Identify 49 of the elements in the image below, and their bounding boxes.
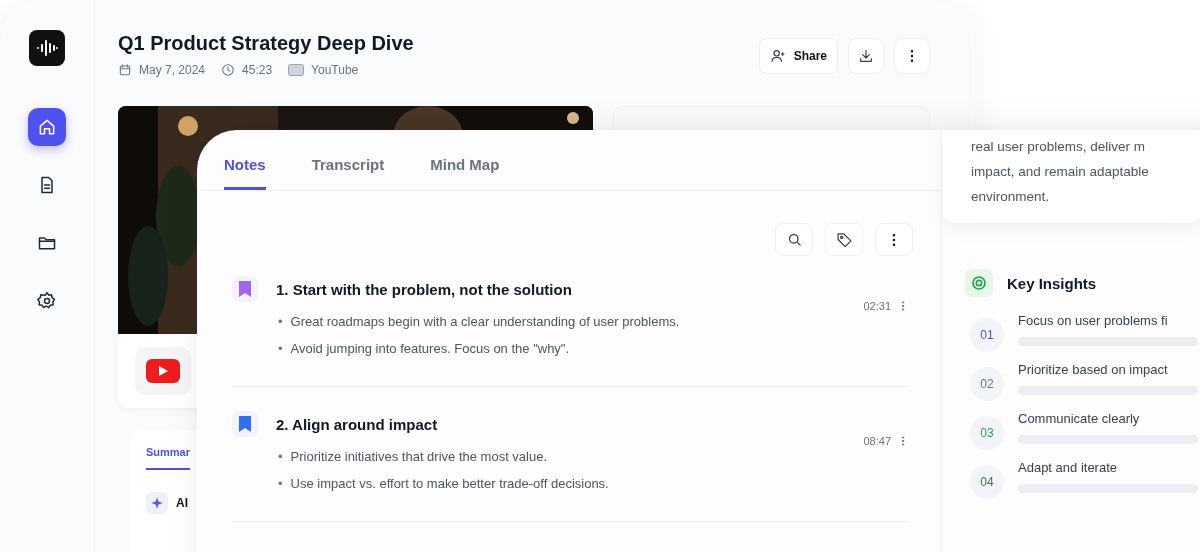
home-icon <box>37 117 57 137</box>
note-title: 2. Align around impact <box>276 415 438 433</box>
share-button[interactable]: Share <box>758 38 838 74</box>
waveform-logo-icon <box>29 30 65 66</box>
number-badge: 04 <box>970 465 1004 499</box>
summary-text: environment. <box>971 188 1051 206</box>
note-bullet: Avoid jumping into features. Focus on the "why". <box>290 340 570 358</box>
bullet-marker: • <box>278 475 283 493</box>
video-screen-icon <box>288 64 305 76</box>
play-logo-icon <box>146 359 180 383</box>
person-add-icon <box>769 48 786 64</box>
insight-text: Prioritize based on impact <box>1018 362 1169 377</box>
number-badge: 02 <box>970 367 1004 401</box>
summary-text: impact, and remain adaptable <box>971 163 1150 181</box>
target-icon <box>971 275 987 291</box>
search-button[interactable] <box>775 223 813 256</box>
section-title: Key Insights <box>1007 274 1097 292</box>
section-title: AI <box>176 496 188 510</box>
number-badge: 01 <box>970 318 1004 352</box>
gear-icon <box>37 291 57 311</box>
bullet-marker: • <box>278 313 283 331</box>
insight-text: Communicate clearly <box>1018 411 1141 426</box>
insight-text: Focus on user problems fi <box>1018 313 1169 328</box>
tag-icon <box>835 231 853 248</box>
calendar-icon <box>118 63 132 77</box>
sparkle-icon <box>150 496 164 510</box>
download-button[interactable] <box>848 38 884 74</box>
note-bullet: Prioritize initiatives that drive the most value. <box>290 448 548 466</box>
summary-tab[interactable]: Summar <box>146 442 191 470</box>
timestamp: 02:31 <box>863 300 891 312</box>
summary-text: real user problems, deliver m <box>971 138 1147 156</box>
page-title: Q1 Product Strategy Deep Dive <box>118 32 414 55</box>
timestamp: 08:47 <box>863 435 891 447</box>
clock-icon <box>221 63 236 77</box>
meta-date: May 7, 2024 <box>139 63 206 77</box>
note-bullet: Use impact vs. effort to make better trade-off decisions. <box>290 475 609 493</box>
tag-button[interactable] <box>825 223 863 256</box>
meta-duration: 45:23 <box>242 63 273 77</box>
number-badge: 03 <box>970 416 1004 450</box>
tab[interactable]: Notes <box>224 152 266 190</box>
note-bullet: Great roadmaps begin with a clear understanding of user problems. <box>290 313 680 331</box>
bullet-marker: • <box>278 448 283 466</box>
note-title: 1. Start with the problem, not the solution <box>276 280 572 298</box>
insight-text: Adapt and iterate <box>1018 460 1119 475</box>
meta-source: YouTube <box>311 63 359 77</box>
download-icon <box>858 48 874 64</box>
bullet-marker: • <box>278 340 283 358</box>
tab[interactable]: Transcript <box>311 152 385 190</box>
tab[interactable]: Mind Map <box>430 152 500 190</box>
